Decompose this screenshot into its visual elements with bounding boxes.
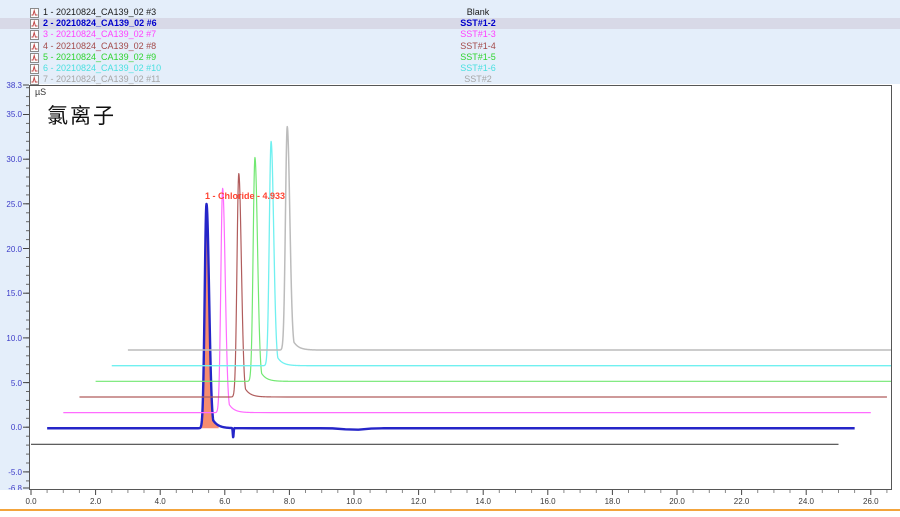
injection-legend: 1 - 20210824_CA139_02 #3Blank2 - 2021082… [0, 0, 900, 84]
chart-title: 氯离子 [47, 100, 116, 130]
legend-row[interactable]: 5 - 20210824_CA139_02 #9 SST#1-5 [0, 52, 900, 63]
chart-plot-area[interactable] [29, 85, 892, 490]
chromatogram-file-icon [30, 53, 39, 63]
legend-injection-label: 1 - 20210824_CA139_02 #3 [43, 7, 156, 18]
legend-sample-name: SST#1-4 [430, 41, 526, 52]
y-tick-label: 15.0 [0, 289, 22, 298]
legend-injection-label: 3 - 20210824_CA139_02 #7 [43, 29, 156, 40]
x-axis: 0.0 2.0 4.0 6.0 8.0 10.0 12.0 14.0 16.0 18.0 20.0 2… [0, 490, 900, 510]
trace-SST#1-2 [47, 204, 855, 437]
y-tick-label: 5.0 [0, 379, 22, 388]
y-tick-label: 38.3 [0, 81, 22, 90]
x-tick-label: 18.0 [597, 497, 627, 506]
chromatogram-file-icon [30, 19, 39, 29]
trace-SST#1-3 [63, 188, 871, 412]
x-tick-label: 24.0 [791, 497, 821, 506]
x-tick-label: 10.0 [339, 497, 369, 506]
y-tick-label: 0.0 [0, 423, 22, 432]
y-unit-label: µS [35, 87, 46, 97]
legend-injection-label: 7 - 20210824_CA139_02 #11 [43, 74, 160, 85]
legend-injection-label: 2 - 20210824_CA139_02 #6 [43, 18, 157, 29]
x-tick-label: 0.0 [16, 497, 46, 506]
x-axis-ticks [0, 490, 900, 498]
y-tick-label: -5.0 [0, 468, 22, 477]
legend-row[interactable]: 2 - 20210824_CA139_02 #6 SST#1-2 [0, 18, 900, 29]
y-tick-label: 10.0 [0, 334, 22, 343]
chromatogram-file-icon [30, 42, 39, 52]
x-tick-label: 14.0 [468, 497, 498, 506]
chromatogram-overlay-window: 1 - 20210824_CA139_02 #3Blank2 - 2021082… [0, 0, 900, 517]
x-tick-label: 20.0 [662, 497, 692, 506]
legend-sample-name: SST#1-3 [430, 29, 526, 40]
x-tick-label: 22.0 [727, 497, 757, 506]
legend-sample-name: Blank [430, 7, 526, 18]
legend-injection-label: 6 - 20210824_CA139_02 #10 [43, 63, 161, 74]
trace-SST#1-4 [79, 174, 887, 397]
legend-sample-name: SST#2 [430, 74, 526, 85]
x-tick-label: 4.0 [145, 497, 175, 506]
chromatogram-file-icon [30, 30, 39, 40]
legend-row[interactable]: 7 - 20210824_CA139_02 #11 SST#2 [0, 74, 900, 85]
chromatogram-file-icon [30, 8, 39, 18]
legend-row[interactable]: 6 - 20210824_CA139_02 #10 SST#1-6 [0, 63, 900, 74]
x-tick-label: 16.0 [533, 497, 563, 506]
legend-injection-label: 4 - 20210824_CA139_02 #8 [43, 41, 156, 52]
legend-injection-label: 5 - 20210824_CA139_02 #9 [43, 52, 156, 63]
y-tick-label: 25.0 [0, 200, 22, 209]
pane-bottom-rule [0, 509, 900, 511]
y-tick-label: 30.0 [0, 155, 22, 164]
y-tick-label: 20.0 [0, 245, 22, 254]
chromatogram-file-icon [30, 75, 39, 85]
x-tick-label: 12.0 [404, 497, 434, 506]
legend-sample-name: SST#1-5 [430, 52, 526, 63]
x-tick-label: 6.0 [210, 497, 240, 506]
x-tick-label: 26.0 [856, 497, 886, 506]
legend-row[interactable]: 3 - 20210824_CA139_02 #7 SST#1-3 [0, 29, 900, 40]
chromatogram-traces [30, 86, 891, 489]
chromatogram-file-icon [30, 64, 39, 74]
legend-row[interactable]: 1 - 20210824_CA139_02 #3 Blank [0, 7, 900, 18]
x-tick-label: 2.0 [81, 497, 111, 506]
y-axis: 38.335.030.025.020.015.010.05.00.0-5.0-6… [0, 84, 29, 491]
y-tick-label: 35.0 [0, 110, 22, 119]
x-tick-label: 8.0 [274, 497, 304, 506]
trace-SST#1-6 [112, 141, 891, 365]
legend-sample-name: SST#1-6 [430, 63, 526, 74]
peak-annotation: 1 - Chloride - 4.933 [205, 191, 285, 201]
legend-row[interactable]: 4 - 20210824_CA139_02 #8 SST#1-4 [0, 41, 900, 52]
legend-sample-name: SST#1-2 [430, 18, 526, 29]
